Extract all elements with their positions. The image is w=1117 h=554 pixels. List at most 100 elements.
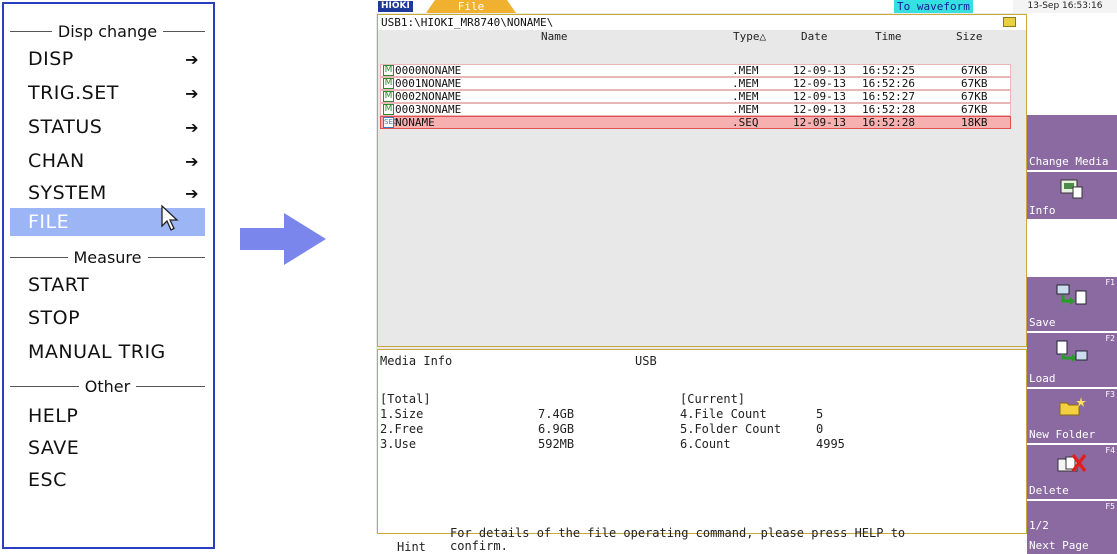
media-info-panel: Media Info USB [Total] 1.Size 7.4GB 2.Fr… [377,349,1027,534]
media-type: USB [635,354,657,368]
menu-item-chan[interactable]: CHAN ➔ [10,147,205,175]
menu-item-disp[interactable]: DISP ➔ [10,45,205,73]
file-name: 0000NONAME [395,64,462,77]
file-date: 12-09-13 [793,103,846,116]
info-label: 3.Use [380,437,417,451]
info-label: 1.Size [380,407,424,421]
file-type: .SEQ [732,116,759,129]
section-title: Other [84,376,131,396]
file-list-header: Name Type△ Date Time Size [378,30,1026,44]
function-key-number: F2 [1105,334,1115,343]
menu-item-file[interactable]: FILE [10,204,205,236]
new-folder-button[interactable]: F3 New Folder [1027,389,1117,443]
menu-item-label: HELP [28,405,79,427]
info-value: 4995 [816,437,845,451]
menu-item-help[interactable]: HELP [10,402,205,430]
section-other: Other [10,376,205,396]
menu-item-label: MANUAL TRIG [28,341,166,363]
file-size: 18KB [961,116,988,129]
file-type: .MEM [732,64,759,77]
function-key-label: Save [1029,316,1056,329]
file-row-selected[interactable]: SEQ NONAME .SEQ 12-09-13 16:52:28 18KB [380,116,1011,129]
device-screen: HIOKI File To waveform 13-Sep 16:53:16 U… [376,0,1117,554]
function-key-number: F4 [1105,446,1115,455]
menu-item-status[interactable]: STATUS ➔ [10,113,205,141]
column-header-type[interactable]: Type△ [733,30,766,44]
file-name: NONAME [395,116,435,129]
function-key-label: Info [1029,204,1056,217]
menu-item-trig-set[interactable]: TRIG.SET ➔ [10,79,205,107]
function-key-number: F5 [1105,502,1115,511]
function-key-label: Delete [1029,484,1069,497]
folder-up-icon[interactable] [1003,17,1016,27]
menu-item-manual-trig[interactable]: MANUAL TRIG [10,338,205,366]
total-label: [Total] [380,392,431,406]
file-time: 16:52:25 [862,64,915,77]
function-key-label: Load [1029,372,1056,385]
current-path: USB1:\HIOKI_MR8740\NONAME\ [381,16,554,29]
column-header-name[interactable]: Name [541,30,568,44]
file-row[interactable]: M 0000NONAME .MEM 12-09-13 16:52:25 67KB [380,64,1011,77]
file-name: 0002NONAME [395,90,462,103]
file-list-panel: USB1:\HIOKI_MR8740\NONAME\ Name Type△ Da… [377,14,1027,347]
menu-item-save[interactable]: SAVE [10,434,205,462]
function-key-number: F1 [1105,278,1115,287]
tab-file[interactable]: File [426,0,516,13]
menu-item-label: CHAN [28,150,85,172]
page-indicator: 1/2 [1029,519,1049,532]
submenu-arrow-icon: ➔ [185,83,199,103]
file-row[interactable]: M 0001NONAME .MEM 12-09-13 16:52:26 67KB [380,77,1011,90]
function-key-label: Change Media [1029,155,1109,168]
right-arrow-icon [240,213,326,269]
file-row[interactable]: M 0002NONAME .MEM 12-09-13 16:52:27 67KB [380,90,1011,103]
column-header-time[interactable]: Time [875,30,902,44]
function-key-number: F3 [1105,390,1115,399]
menu-item-system[interactable]: SYSTEM ➔ [10,179,205,207]
column-header-size[interactable]: Size [956,30,983,44]
menu-item-stop[interactable]: STOP [10,304,205,332]
menu-item-label: STOP [28,307,81,329]
function-key-label: Next Page [1029,539,1089,552]
info-value: 7.4GB [538,407,575,421]
file-date: 12-09-13 [793,90,846,103]
next-page-button[interactable]: F5 1/2 Next Page [1027,501,1117,554]
context-menu: Disp change DISP ➔ TRIG.SET ➔ STATUS ➔ C… [2,2,215,549]
column-header-date[interactable]: Date [801,30,828,44]
menu-item-start[interactable]: START [10,271,205,299]
file-size: 67KB [961,90,988,103]
menu-item-label: ESC [28,469,67,491]
memory-file-icon: M [383,65,394,76]
info-button[interactable]: Info [1027,172,1117,219]
menu-item-label: SAVE [28,437,80,459]
delete-button[interactable]: F4 Delete [1027,445,1117,499]
hint-text-line1: For details of the file operating comman… [450,526,906,540]
save-icon [1055,283,1089,310]
info-value: 0 [816,422,824,436]
function-key-panel: Change Media Info F1 Save F2 Load F3 New… [1027,13,1117,554]
file-type: .MEM [732,77,759,90]
sort-triangle-icon: △ [759,30,767,43]
submenu-arrow-icon: ➔ [185,183,199,203]
memory-file-icon: M [383,78,394,89]
menu-item-esc[interactable]: ESC [10,466,205,494]
menu-item-label: DISP [28,48,74,70]
file-name: 0003NONAME [395,103,462,116]
path-bar: USB1:\HIOKI_MR8740\NONAME\ [378,15,1026,30]
memory-file-icon: M [383,104,394,115]
section-title: Measure [73,247,142,267]
file-time: 16:52:26 [862,77,915,90]
file-date: 12-09-13 [793,77,846,90]
file-size: 67KB [961,103,988,116]
media-info-title: Media Info [380,354,453,368]
change-media-button[interactable]: Change Media [1027,115,1117,170]
load-icon [1055,339,1089,366]
to-waveform-button[interactable]: To waveform [894,0,973,13]
load-button[interactable]: F2 Load [1027,333,1117,387]
file-date: 12-09-13 [793,64,846,77]
info-icon [1059,178,1085,203]
file-row[interactable]: M 0003NONAME .MEM 12-09-13 16:52:28 67KB [380,103,1011,116]
save-button[interactable]: F1 Save [1027,277,1117,331]
hint: Hint For details of the file operating c… [376,526,1027,554]
menu-item-label: FILE [28,211,70,233]
menu-item-label: START [28,274,90,296]
